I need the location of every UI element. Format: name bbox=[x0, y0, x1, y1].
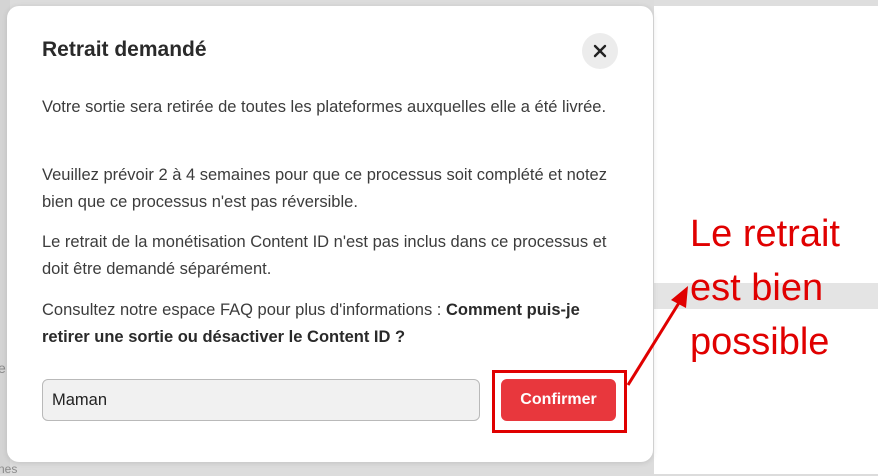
annotation-text: Le retrait est bien possible bbox=[690, 207, 870, 369]
background-text-fragment: e bbox=[0, 360, 6, 376]
annotation-line: possible bbox=[690, 321, 830, 363]
confirmation-input[interactable] bbox=[42, 379, 480, 421]
confirm-button[interactable]: Confirmer bbox=[501, 379, 616, 421]
background-header-strip bbox=[654, 0, 878, 6]
annotation-line: Le retrait bbox=[690, 213, 840, 255]
close-button[interactable] bbox=[582, 33, 618, 69]
dialog-paragraph: Veuillez prévoir 2 à 4 semaines pour que… bbox=[42, 166, 607, 211]
withdrawal-dialog: Retrait demandé Votre sortie sera retiré… bbox=[7, 6, 653, 462]
faq-paragraph: Consultez notre espace FAQ pour plus d'i… bbox=[42, 297, 632, 351]
dialog-paragraph: Votre sortie sera retirée de toutes les … bbox=[42, 98, 607, 116]
dialog-title: Retrait demandé bbox=[42, 38, 207, 61]
annotation-line: est bien bbox=[690, 267, 824, 309]
dialog-paragraph: Le retrait de la monétisation Content ID… bbox=[42, 233, 607, 278]
faq-text: Consultez notre espace FAQ pour plus d'i… bbox=[42, 301, 446, 319]
close-icon bbox=[593, 44, 607, 58]
